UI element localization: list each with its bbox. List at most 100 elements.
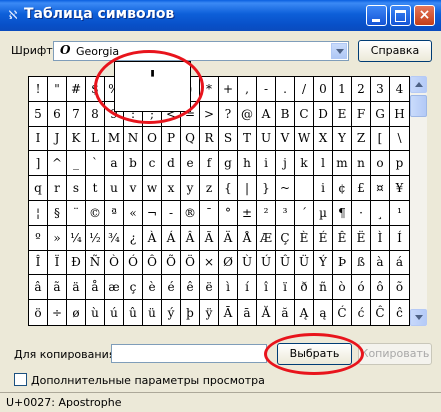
- char-cell[interactable]: H: [390, 102, 409, 127]
- char-cell[interactable]: Þ: [333, 250, 352, 276]
- char-cell[interactable]: Ā: [219, 300, 238, 325]
- char-cell[interactable]: C: [295, 101, 314, 127]
- char-cell[interactable]: Ã: [200, 225, 219, 251]
- char-cell[interactable]: ³: [276, 200, 295, 226]
- char-cell[interactable]: q: [29, 176, 48, 201]
- char-cell[interactable]: à: [371, 250, 390, 276]
- char-cell[interactable]: [295, 176, 314, 201]
- char-cell[interactable]: Û: [276, 250, 295, 276]
- char-cell[interactable]: b: [124, 151, 143, 177]
- char-cell[interactable]: ,: [238, 77, 257, 102]
- char-cell[interactable]: ¸: [371, 200, 390, 226]
- char-cell[interactable]: ]: [29, 151, 48, 177]
- char-cell[interactable]: d: [162, 151, 181, 177]
- char-cell[interactable]: c: [143, 151, 162, 177]
- char-cell[interactable]: #: [67, 77, 86, 102]
- copy-field[interactable]: [111, 344, 267, 363]
- char-cell[interactable]: n: [352, 151, 371, 177]
- char-cell[interactable]: ā: [238, 300, 257, 325]
- char-cell[interactable]: À: [143, 225, 162, 251]
- char-cell[interactable]: u: [105, 176, 124, 201]
- char-cell[interactable]: ¦: [29, 200, 48, 226]
- char-cell[interactable]: U: [257, 126, 276, 152]
- char-cell[interactable]: ": [48, 77, 67, 102]
- char-cell[interactable]: R: [200, 126, 219, 152]
- char-cell[interactable]: !: [29, 77, 48, 102]
- char-cell[interactable]: w: [143, 176, 162, 201]
- char-cell[interactable]: ·: [352, 200, 371, 226]
- char-cell[interactable]: ć: [352, 300, 371, 325]
- char-cell[interactable]: §: [48, 200, 67, 226]
- char-cell[interactable]: |: [238, 176, 257, 201]
- char-cell[interactable]: Ć: [333, 300, 352, 325]
- char-cell[interactable]: \: [390, 127, 409, 152]
- char-cell[interactable]: ù: [86, 300, 105, 325]
- char-cell[interactable]: D: [314, 101, 333, 127]
- char-cell[interactable]: Ü: [295, 250, 314, 276]
- char-cell[interactable]: î: [257, 275, 276, 301]
- char-cell[interactable]: g: [219, 151, 238, 177]
- char-cell[interactable]: ð: [295, 275, 314, 301]
- char-cell[interactable]: A: [257, 101, 276, 127]
- char-cell[interactable]: M: [105, 126, 124, 152]
- char-cell[interactable]: i: [257, 151, 276, 177]
- scroll-up-button[interactable]: [410, 76, 427, 93]
- char-cell[interactable]: Y: [333, 126, 352, 152]
- char-cell[interactable]: X: [314, 126, 333, 152]
- char-cell[interactable]: µ: [314, 200, 333, 226]
- char-cell[interactable]: ×: [200, 250, 219, 276]
- char-cell[interactable]: Ç: [276, 225, 295, 251]
- char-cell[interactable]: x: [162, 176, 181, 201]
- char-cell[interactable]: ì: [219, 275, 238, 301]
- char-cell[interactable]: æ: [105, 275, 124, 301]
- char-cell[interactable]: Ì: [371, 225, 390, 251]
- char-cell[interactable]: h: [238, 151, 257, 177]
- char-cell[interactable]: û: [124, 300, 143, 325]
- char-cell[interactable]: Ò: [105, 250, 124, 276]
- char-cell[interactable]: /: [295, 77, 314, 102]
- char-cell[interactable]: õ: [390, 275, 409, 301]
- char-cell[interactable]: m: [333, 151, 352, 177]
- char-cell[interactable]: j: [276, 151, 295, 177]
- char-cell[interactable]: â: [29, 275, 48, 301]
- char-cell[interactable]: þ: [181, 300, 200, 325]
- char-cell[interactable]: ó: [352, 275, 371, 301]
- char-cell[interactable]: ï: [276, 275, 295, 301]
- char-cell[interactable]: ¶: [333, 200, 352, 226]
- char-cell[interactable]: ò: [333, 275, 352, 301]
- char-cell[interactable]: 7: [67, 101, 86, 127]
- character-grid[interactable]: !"#$%&'()*+,-./0123456789:;<=>?@ABCDEFGH…: [28, 76, 410, 326]
- advanced-view-checkbox[interactable]: [14, 373, 27, 386]
- char-cell[interactable]: å: [86, 275, 105, 301]
- char-cell[interactable]: Á: [162, 225, 181, 251]
- char-cell[interactable]: Ê: [333, 225, 352, 251]
- char-cell[interactable]: y: [181, 176, 200, 201]
- char-cell[interactable]: f: [200, 151, 219, 177]
- scroll-down-button[interactable]: [410, 309, 427, 326]
- char-cell[interactable]: Ë: [352, 225, 371, 251]
- char-cell[interactable]: ã: [48, 275, 67, 301]
- char-cell[interactable]: 4: [390, 77, 409, 102]
- char-cell[interactable]: G: [371, 101, 390, 127]
- char-cell[interactable]: Ï: [48, 250, 67, 276]
- char-cell[interactable]: ®: [181, 200, 200, 226]
- char-cell[interactable]: Ñ: [86, 250, 105, 276]
- char-cell[interactable]: F: [352, 101, 371, 127]
- help-button[interactable]: Справка: [358, 40, 432, 62]
- char-cell[interactable]: Ó: [124, 250, 143, 276]
- char-cell[interactable]: ¼: [67, 225, 86, 251]
- char-cell[interactable]: ±: [238, 200, 257, 226]
- char-cell[interactable]: ÷: [48, 300, 67, 325]
- char-cell[interactable]: >: [200, 101, 219, 127]
- char-cell[interactable]: E: [333, 101, 352, 127]
- char-cell[interactable]: ¯: [200, 200, 219, 226]
- char-cell[interactable]: ¤: [371, 176, 390, 201]
- copy-button[interactable]: Копировать: [358, 343, 432, 365]
- char-cell[interactable]: ^: [48, 151, 67, 177]
- char-cell[interactable]: «: [124, 200, 143, 226]
- char-cell[interactable]: V: [276, 126, 295, 152]
- char-cell[interactable]: ä: [67, 275, 86, 301]
- char-cell[interactable]: L: [86, 126, 105, 152]
- char-cell[interactable]: Ö: [181, 250, 200, 276]
- char-cell[interactable]: è: [143, 275, 162, 301]
